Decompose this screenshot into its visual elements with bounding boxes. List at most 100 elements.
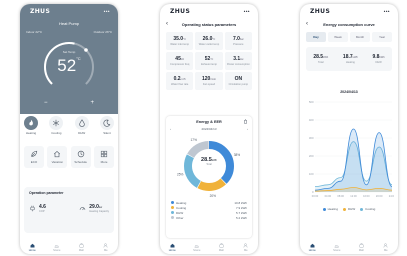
tab-scene-label: Scene	[193, 248, 201, 252]
function-more[interactable]: More	[93, 146, 114, 168]
operation-items: 4.6 COP 29.0kw Heating Capacity	[29, 204, 109, 213]
param-label: Fan speed	[202, 83, 216, 86]
signal-icon: •••	[383, 8, 390, 14]
scene-icon	[194, 244, 200, 247]
y-tick-label: 300	[309, 136, 314, 140]
function-eco[interactable]: ECO	[24, 146, 44, 168]
param-cell: 26.0°C Water outlet temp	[195, 32, 223, 50]
op-cop-label: COP	[39, 210, 45, 213]
mode-silent[interactable]: Silent	[99, 116, 114, 135]
tab-home[interactable]: Home	[160, 240, 185, 254]
param-cell: ON Circulation pump	[224, 72, 252, 90]
chart-legend-name: DHW	[347, 207, 356, 211]
chart-legend-item: Heating	[322, 207, 338, 211]
prev-date-icon[interactable]: ‹	[170, 127, 171, 131]
trash-icon[interactable]	[243, 119, 248, 124]
op-cop: 4.6 COP	[29, 204, 46, 213]
param-cell: 45Hz Compressor freq	[166, 52, 194, 70]
bag-icon	[219, 242, 224, 248]
scene-icon	[334, 244, 340, 247]
param-unit: kw	[240, 58, 244, 61]
param-value: 35.0	[173, 36, 184, 42]
x-tick-label: 20:00	[376, 194, 383, 198]
period-tab-year[interactable]: Year	[372, 32, 392, 42]
mode-heating-label: Heating	[25, 131, 37, 135]
function-eco-label: ECO	[30, 160, 38, 164]
function-vacation-label: Vacation	[51, 160, 64, 164]
mode-heating[interactable]: Heating	[24, 116, 38, 135]
nav-header: ‹ Operating status parameters	[160, 18, 258, 30]
tab-scene-label: Scene	[333, 248, 341, 252]
mode-dhw-label: DHW	[78, 131, 86, 135]
legend-value: 7.9 kWh	[235, 205, 247, 210]
legend-dot	[171, 201, 174, 205]
plus-button[interactable]: +	[90, 100, 94, 106]
tab-scene[interactable]: Scene	[185, 240, 210, 254]
donut-percent-label: 25%	[177, 172, 184, 176]
legend-dot	[360, 207, 364, 211]
back-icon[interactable]: ‹	[306, 18, 308, 30]
indoor-temp: Indoor 22°C	[26, 30, 43, 34]
total-unit: kWh	[352, 56, 358, 59]
x-tick-label: 24:00	[389, 194, 394, 198]
set-temp-unit: °C	[76, 56, 81, 61]
consumption-chart[interactable]: 0 100 200 300 400 500 00:00 04:00 08:00 12:00 16:0…	[304, 98, 394, 204]
legend-name: DHW	[176, 210, 184, 215]
tab-mall[interactable]: Mall	[209, 240, 234, 254]
function-schedule[interactable]: Schedule	[70, 146, 91, 168]
tab-me[interactable]: Me	[374, 240, 399, 254]
op-capacity: 29.0kw Heating Capacity	[79, 204, 109, 213]
chart-legend-item: DHW	[342, 207, 356, 211]
bag-icon	[79, 242, 84, 248]
tab-mall-label: Mall	[78, 248, 84, 252]
tab-mall[interactable]: Mall	[349, 240, 374, 254]
chart-legend: Heating DHW Cooling	[304, 207, 394, 211]
gauge-icon	[80, 207, 86, 211]
tab-scene[interactable]: Scene	[45, 240, 70, 254]
operation-card[interactable]: Operation parameter 4.6 COP 29.0kw Heati…	[24, 187, 114, 233]
param-value: 0.2	[173, 76, 181, 82]
mode-dhw[interactable]: DHW	[74, 116, 89, 135]
function-vacation[interactable]: Vacation	[47, 146, 68, 168]
param-label: Water flow rate	[170, 83, 189, 86]
total-item: 9.8kWh DHW	[373, 54, 385, 64]
tab-home[interactable]: Home	[20, 240, 45, 254]
tab-me[interactable]: Me	[234, 240, 259, 254]
legend-name: Cooling	[176, 205, 187, 210]
total-label: Total	[318, 61, 324, 64]
y-tick-label: 0	[312, 190, 314, 194]
minus-button[interactable]: −	[44, 100, 48, 106]
total-label: DHW	[375, 61, 382, 64]
tab-scene[interactable]: Scene	[325, 240, 350, 254]
next-date-icon[interactable]: ›	[247, 127, 248, 131]
param-label: Compressor freq	[170, 63, 190, 66]
energy-donut-chart[interactable]: 38%20%25%17%	[177, 134, 241, 198]
period-tab-week[interactable]: Week	[328, 32, 348, 42]
y-tick-label: 200	[309, 154, 314, 158]
status-bar: ZHUS •••	[300, 4, 398, 18]
param-label: Exhaust temp	[201, 63, 217, 66]
energy-legend: Heating 10.8 kWh Cooling 7.9 kWh DHW 5.7 kW…	[171, 200, 247, 220]
mode-cooling[interactable]: Cooling	[49, 116, 64, 135]
x-tick-label: 04:00	[325, 194, 332, 198]
total-label: Heating	[345, 61, 355, 64]
period-tab-day[interactable]: Day	[306, 32, 326, 42]
tab-scene-label: Scene	[53, 248, 61, 252]
legend-dot	[322, 207, 326, 211]
home-icon	[170, 243, 175, 247]
tab-mall[interactable]: Mall	[69, 240, 94, 254]
param-value: 26.0	[202, 36, 213, 42]
header-mode[interactable]: Heat Pump	[20, 21, 118, 26]
function-row: ECO Vacation Schedule More	[24, 146, 114, 168]
function-schedule-label: Schedule	[74, 160, 87, 164]
x-tick-label: 00:00	[312, 194, 319, 198]
home-icon	[310, 243, 315, 247]
flame-icon	[24, 116, 38, 130]
back-icon[interactable]: ‹	[166, 18, 168, 30]
total-value-row: 9.8kWh	[373, 54, 385, 60]
tab-home[interactable]: Home	[300, 240, 325, 254]
tab-me[interactable]: Me	[94, 240, 119, 254]
signal-icon: •••	[103, 8, 110, 14]
param-value-row: 120r/min	[202, 76, 216, 82]
period-tab-month[interactable]: Month	[350, 32, 370, 42]
